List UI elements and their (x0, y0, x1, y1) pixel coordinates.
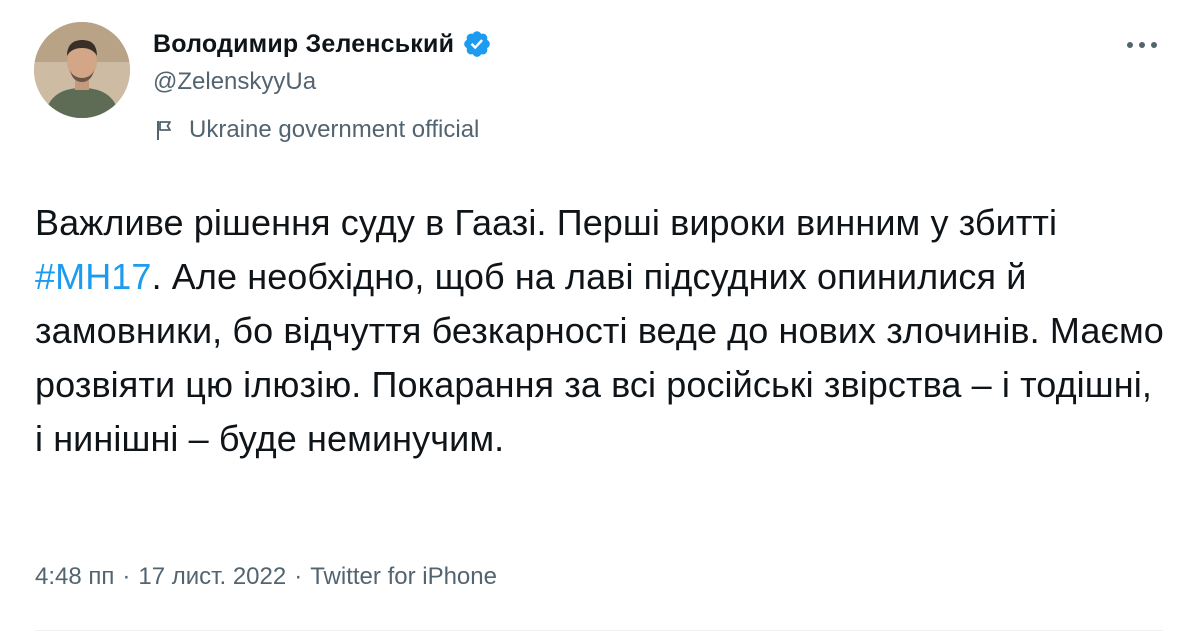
display-name[interactable]: Володимир Зеленський (153, 30, 454, 59)
more-options-button[interactable] (1122, 30, 1162, 60)
tweet-text-part-1: Важливе рішення суду в Гаазі. Перші виро… (35, 202, 1058, 243)
profile-photo-icon (34, 22, 130, 118)
government-label-text: Ukraine government official (189, 116, 480, 143)
tweet-source[interactable]: Twitter for iPhone (310, 563, 497, 591)
more-dots-icon (1127, 42, 1157, 48)
verified-badge-icon (462, 29, 492, 59)
meta-separator: · (122, 563, 131, 590)
display-name-row: Володимир Зеленський (153, 26, 492, 62)
government-label[interactable]: Ukraine government official (153, 116, 479, 144)
tweet-meta: 4:48 пп · 17 лист. 2022 · Twitter for iP… (35, 563, 497, 591)
tweet: Володимир Зеленський @ZelenskyyUa Ukrain… (0, 0, 1198, 634)
user-handle[interactable]: @ZelenskyyUa (153, 68, 316, 96)
flag-icon (153, 118, 177, 142)
meta-separator: · (294, 563, 303, 590)
avatar[interactable] (34, 22, 130, 118)
hashtag-link[interactable]: #MH17 (35, 256, 152, 297)
tweet-text: Важливе рішення суду в Гаазі. Перші виро… (35, 196, 1165, 466)
divider (35, 630, 1163, 631)
tweet-text-part-2: . Але необхідно, щоб на лаві підсудних о… (35, 256, 1164, 459)
tweet-date[interactable]: 17 лист. 2022 (138, 563, 286, 591)
tweet-time[interactable]: 4:48 пп (35, 563, 114, 591)
